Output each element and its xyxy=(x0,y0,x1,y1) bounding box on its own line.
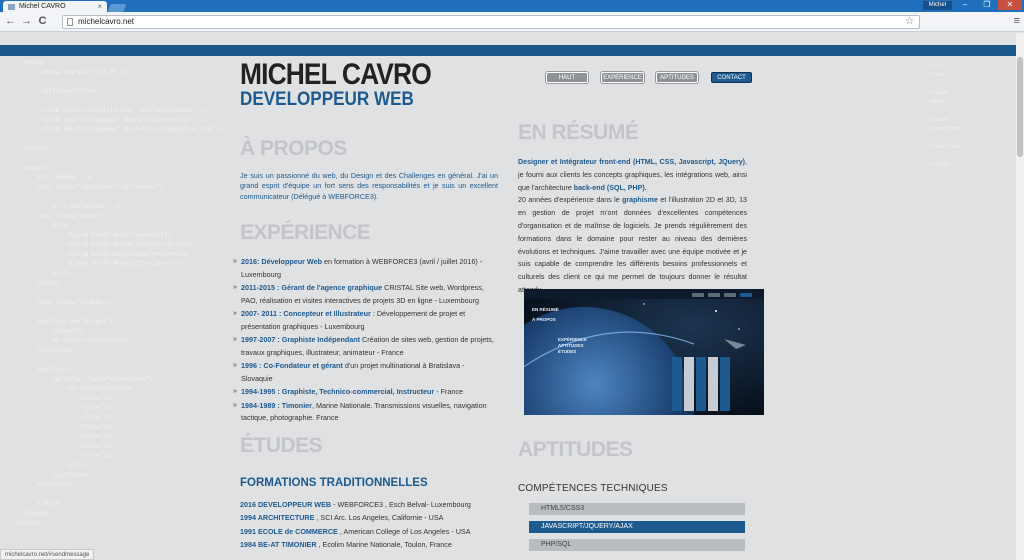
education-item-text: - WEBFORCE3 , Esch Belval- Luxembourg xyxy=(331,500,471,509)
preview-line: À PROPOS xyxy=(532,317,556,322)
experience-item: 2011-2015 : Gérant de l'agence graphique… xyxy=(233,282,498,307)
browser-titlebar: Michel CAVRO × Michel – ❐ ✕ xyxy=(0,0,1024,13)
maximize-icon[interactable]: ❐ xyxy=(976,0,998,10)
preview-nav-pill xyxy=(692,293,704,297)
about-text: Je suis un passionné du web, du Design e… xyxy=(240,171,498,201)
skill-bar-php-sql[interactable]: PHP/SQL xyxy=(529,539,745,551)
favicon-icon xyxy=(8,4,15,10)
close-window-icon[interactable]: ✕ xyxy=(998,0,1022,10)
site-subtitle: DEVELOPPEUR WEB xyxy=(240,89,414,110)
bookmark-star-icon[interactable]: ☆ xyxy=(905,16,914,28)
new-tab-button[interactable] xyxy=(107,4,127,12)
summary-p1-end: . xyxy=(644,183,647,192)
browser-toolbar: ← → C michelcavro.net ☆ ≡ xyxy=(0,12,1024,32)
back-icon[interactable]: ← xyxy=(4,15,17,28)
reload-icon[interactable]: C xyxy=(36,15,49,28)
summary-p2b: et l'illustration 2D et 3D, 13 en gestio… xyxy=(518,196,747,294)
experience-item-title[interactable]: 1996 : Co-Fondateur et gérant xyxy=(241,361,343,370)
forward-icon[interactable]: → xyxy=(20,15,33,28)
experience-item: 2016: Développeur Web en formation à WEB… xyxy=(233,256,498,281)
code-background-decoration: <head> <meta charset="utf-8" /> <title><… xyxy=(16,59,226,527)
skills-heading: APTITUDES xyxy=(518,438,633,461)
experience-item: 2007- 2011 : Concepteur et Illustrateur … xyxy=(233,308,498,333)
preview-title: EN RÉSUMÉ xyxy=(532,307,559,312)
formations-title: FORMATIONS TRADITIONNELLES xyxy=(240,477,428,489)
experience-item-title[interactable]: 1997-2007 : Graphiste Indépendant xyxy=(241,335,360,344)
preview-line: APTITUDES xyxy=(558,343,584,348)
experience-item: 1994-1995 : Graphiste, Technico-commerci… xyxy=(233,386,498,399)
page-icon xyxy=(67,18,73,26)
summary-backend: back-end (SQL, PHP) xyxy=(573,183,645,192)
about-heading: À PROPOS xyxy=(240,137,347,160)
education-item: 1991 ECOLE de COMMERCE , American Colleg… xyxy=(240,525,505,538)
nav-haut-button[interactable]: HAUT xyxy=(546,72,588,83)
browser-menu-icon[interactable]: ≡ xyxy=(1014,15,1020,27)
education-item-title: 2016 DEVELOPPEUR WEB xyxy=(240,500,332,509)
tab-close-icon[interactable]: × xyxy=(97,2,102,11)
education-heading: ÉTUDES xyxy=(240,434,323,457)
experience-heading: EXPÉRIENCE xyxy=(240,221,371,244)
education-item-title: 1991 ECOLE de COMMERCE xyxy=(240,526,338,536)
status-bar-url: michelcavro.net/#sendmessage xyxy=(0,549,95,560)
address-url: michelcavro.net xyxy=(78,17,135,26)
education-item: 1984 BE-AT TIMONIER , Ecolim Marine Nati… xyxy=(240,538,505,551)
experience-item-title[interactable]: 1994-1995 : Graphiste, Technico-commerci… xyxy=(241,387,434,396)
skill-bar-javascript[interactable]: JAVASCRIPT/JQUERY/AJAX xyxy=(529,521,745,533)
experience-list: 2016: Développeur Web en formation à WEB… xyxy=(233,256,498,426)
site-preview-image: EN RÉSUMÉ À PROPOS EXPÉRIENCE APTITUDES … xyxy=(524,289,764,415)
preview-nav-pill xyxy=(740,293,752,297)
scrollbar-thumb[interactable] xyxy=(1017,57,1023,157)
experience-item-title[interactable]: 1984-1989 : Timonier xyxy=(241,401,312,410)
experience-item-title[interactable]: 2007- 2011 : Concepteur et Illustrateur xyxy=(241,309,371,318)
summary-p2a: 20 années d'expérience dans le xyxy=(518,196,623,205)
experience-item-title[interactable]: 2016: Développeur Web xyxy=(241,257,322,266)
preview-line: EXPÉRIENCE xyxy=(558,337,588,342)
education-item: 1994 ARCHITECTURE , SCI Arc. Los Angeles… xyxy=(240,511,505,524)
summary-graphisme: graphisme xyxy=(622,196,658,205)
experience-item-title[interactable]: 2011-2015 : Gérant de l'agence graphique xyxy=(241,283,382,292)
preview-nav-pill xyxy=(724,293,736,297)
education-item-text: , American College of Los Angeles - USA xyxy=(337,526,471,536)
summary-text: Designer et Intégrateur front-end (HTML,… xyxy=(518,156,747,297)
education-item-text: , SCI Arc. Los Angeles, Californie - USA xyxy=(314,513,444,523)
page-scrollbar[interactable] xyxy=(1016,33,1024,560)
education-item-title: 1984 BE-AT TIMONIER xyxy=(240,539,317,549)
code-background-right: </li> </ul> </nav> <div> </div> </sectio… xyxy=(930,63,961,168)
preview-nav-pill xyxy=(708,293,720,297)
tab-title: Michel CAVRO xyxy=(19,3,66,10)
education-item-text: , Ecolim Marine Nationale, Toulon, Franc… xyxy=(316,539,452,549)
summary-heading: EN RÉSUMÉ xyxy=(518,121,639,144)
site-header-strip xyxy=(0,45,1016,56)
experience-item: 1997-2007 : Graphiste Indépendant Créati… xyxy=(233,334,498,359)
experience-item: 1996 : Co-Fondateur et gérant d'un proje… xyxy=(233,360,498,385)
nav-experience-button[interactable]: EXPÉRIENCE xyxy=(601,72,644,83)
minimize-icon[interactable]: – xyxy=(954,0,976,10)
skill-bar-html-css[interactable]: HTML5/CSS3 xyxy=(529,503,745,515)
education-item: 2016 DEVELOPPEUR WEB - WEBFORCE3 , Esch … xyxy=(240,498,505,511)
profile-badge[interactable]: Michel xyxy=(922,1,952,10)
experience-item-text: - France xyxy=(434,387,463,396)
address-bar[interactable]: michelcavro.net ☆ xyxy=(62,15,920,29)
summary-lead: Designer et Intégrateur front-end (HTML,… xyxy=(518,158,746,166)
skills-subtitle: COMPÉTENCES TECHNIQUES xyxy=(518,483,668,494)
nav-aptitudes-button[interactable]: APTITUDES xyxy=(656,72,698,83)
nav-contact-button[interactable]: CONTACT xyxy=(711,72,752,83)
site-title: MICHEL CAVRO xyxy=(240,58,432,91)
preview-line: ÉTUDES xyxy=(558,349,577,354)
experience-item: 1984-1989 : Timonier, Marine Nationale. … xyxy=(233,400,498,425)
education-list: 2016 DEVELOPPEUR WEB - WEBFORCE3 , Esch … xyxy=(240,498,505,551)
education-item-title: 1994 ARCHITECTURE xyxy=(240,513,315,523)
